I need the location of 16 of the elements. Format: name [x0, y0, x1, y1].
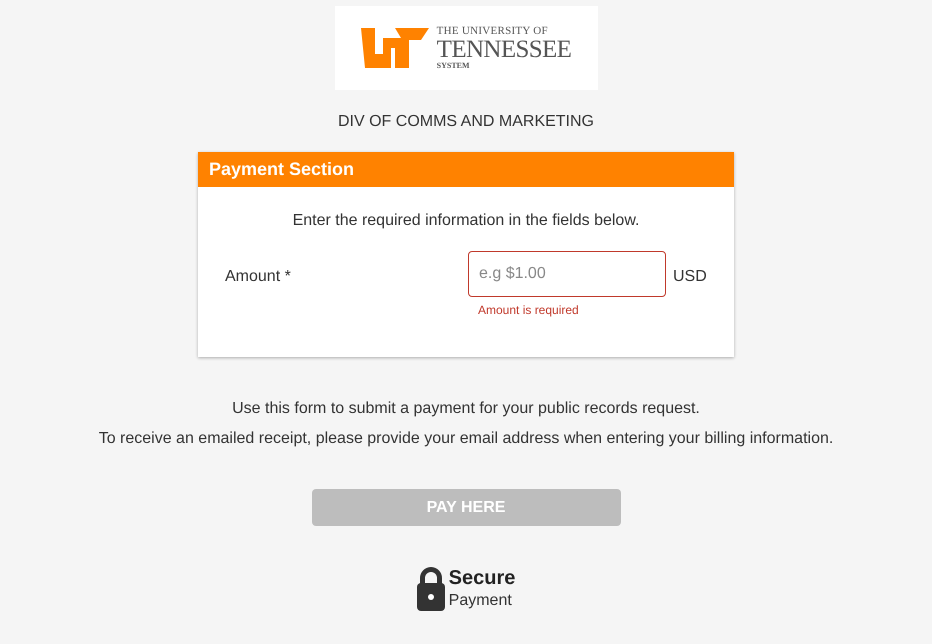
logo-mark-icon — [360, 26, 429, 70]
amount-input[interactable]: e.g $1.00 — [468, 251, 666, 297]
secure-title: Secure — [448, 566, 516, 591]
padlock-icon — [416, 566, 445, 611]
logo-text: TENNESSEE — [436, 37, 572, 62]
card-title: Payment Section — [209, 158, 354, 181]
instructions: Enter the required information in the fields below. — [292, 211, 640, 231]
logo-text: THE UNIVERSITY OF — [436, 26, 549, 37]
department-name: DIV OF COMMS AND MARKETING — [338, 112, 594, 132]
note-text: Use this form to submit a payment for your public records request. — [232, 399, 700, 419]
field-label: Amount * — [225, 267, 292, 287]
logo-text: SYSTEM — [436, 62, 471, 70]
error-message: Amount is required — [478, 302, 580, 319]
currency-label: USD — [673, 267, 707, 287]
secure-subtitle: Payment — [448, 591, 513, 611]
note-text: To receive an emailed receipt, please provide your email address when entering your billing information. — [98, 429, 834, 449]
